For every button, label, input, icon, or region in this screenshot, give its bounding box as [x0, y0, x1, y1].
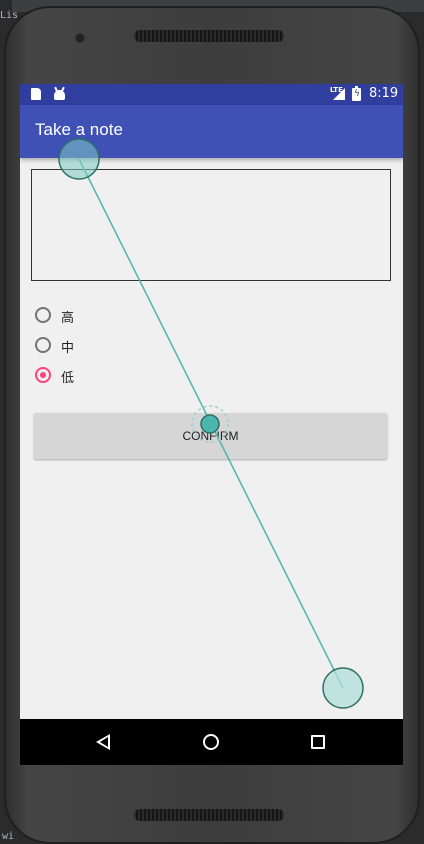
status-clock: 8:19 [369, 86, 399, 101]
bottom-speaker [134, 809, 284, 821]
sd-card-icon [31, 88, 41, 100]
radio-button[interactable] [35, 307, 51, 323]
navigation-bar [20, 719, 403, 765]
radio-label: 中 [61, 341, 75, 356]
android-icon [54, 90, 65, 100]
signal-icon [333, 88, 345, 100]
note-input[interactable] [31, 169, 391, 281]
page-title: Take a note [35, 120, 123, 139]
back-icon[interactable] [96, 734, 110, 750]
app-bar: Take a note [20, 105, 403, 158]
status-bar: LTE ϟ 8:19 [20, 84, 403, 105]
battery-charging-icon: ϟ [352, 86, 361, 101]
radio-button-checked[interactable] [35, 367, 51, 383]
ide-code-fragment-bottom: wi [2, 831, 15, 842]
confirm-button[interactable]: CONFIRM [34, 413, 387, 459]
radio-button[interactable] [35, 337, 51, 353]
radio-label: 高 [61, 311, 75, 326]
recents-icon[interactable] [311, 735, 325, 749]
front-camera [76, 34, 84, 42]
home-icon[interactable] [203, 734, 219, 750]
earpiece-speaker [134, 30, 284, 42]
device-screen: LTE ϟ 8:19 Take a note 高 中 低 CONFIRM [20, 84, 403, 765]
confirm-button-label: CONFIRM [182, 429, 239, 443]
radio-label: 低 [61, 371, 75, 386]
